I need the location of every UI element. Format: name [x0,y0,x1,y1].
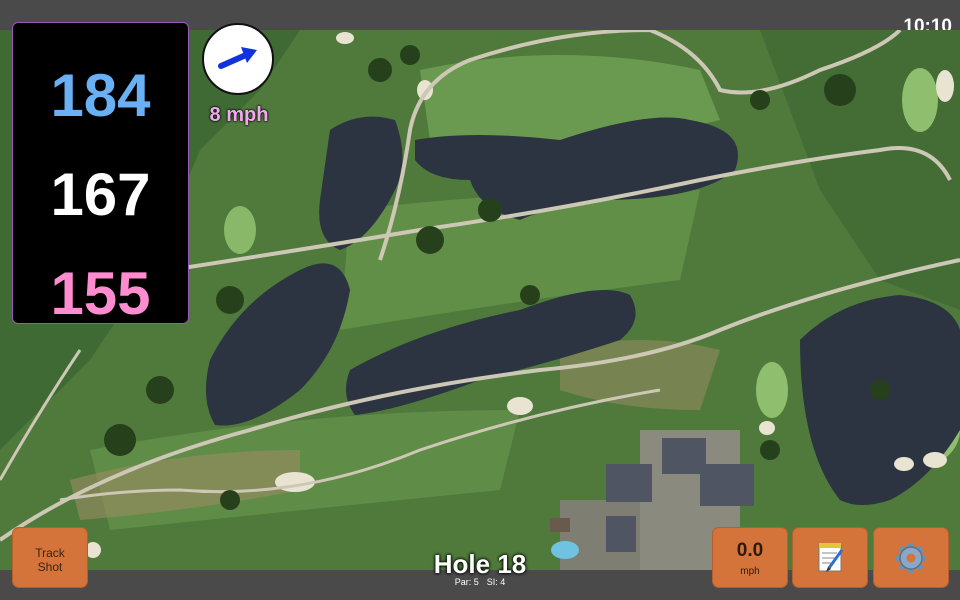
track-shot-button[interactable]: Track Shot [12,527,88,588]
wind-arrow-icon [218,47,257,69]
middle-of-green-yardage: 167 [50,161,151,228]
wind-speed-label: 8 mph [209,104,269,126]
speed-button[interactable]: 0.0 mph [712,527,788,588]
back-of-green-yardage: 184 [50,62,151,129]
gear-icon [896,543,926,573]
hole-info: Par: 5 SI: 4 [400,577,560,587]
yardage-panel: 184 167 155 [12,22,189,324]
hole-title: Hole 18 [433,549,527,579]
speed-value: 0.0 [736,540,764,561]
track-shot-label-line1: Track [35,546,65,560]
speed-unit: mph [740,566,760,577]
track-shot-label-line2: Shot [37,560,63,574]
notes-button[interactable] [792,527,868,588]
settings-button[interactable] [873,527,949,588]
wind-direction-indicator [202,23,274,95]
notepad-icon [818,543,844,572]
front-of-green-yardage: 155 [50,260,151,327]
hole-par: Par: 5 [454,577,479,587]
hole-stroke-index: SI: 4 [486,577,506,587]
